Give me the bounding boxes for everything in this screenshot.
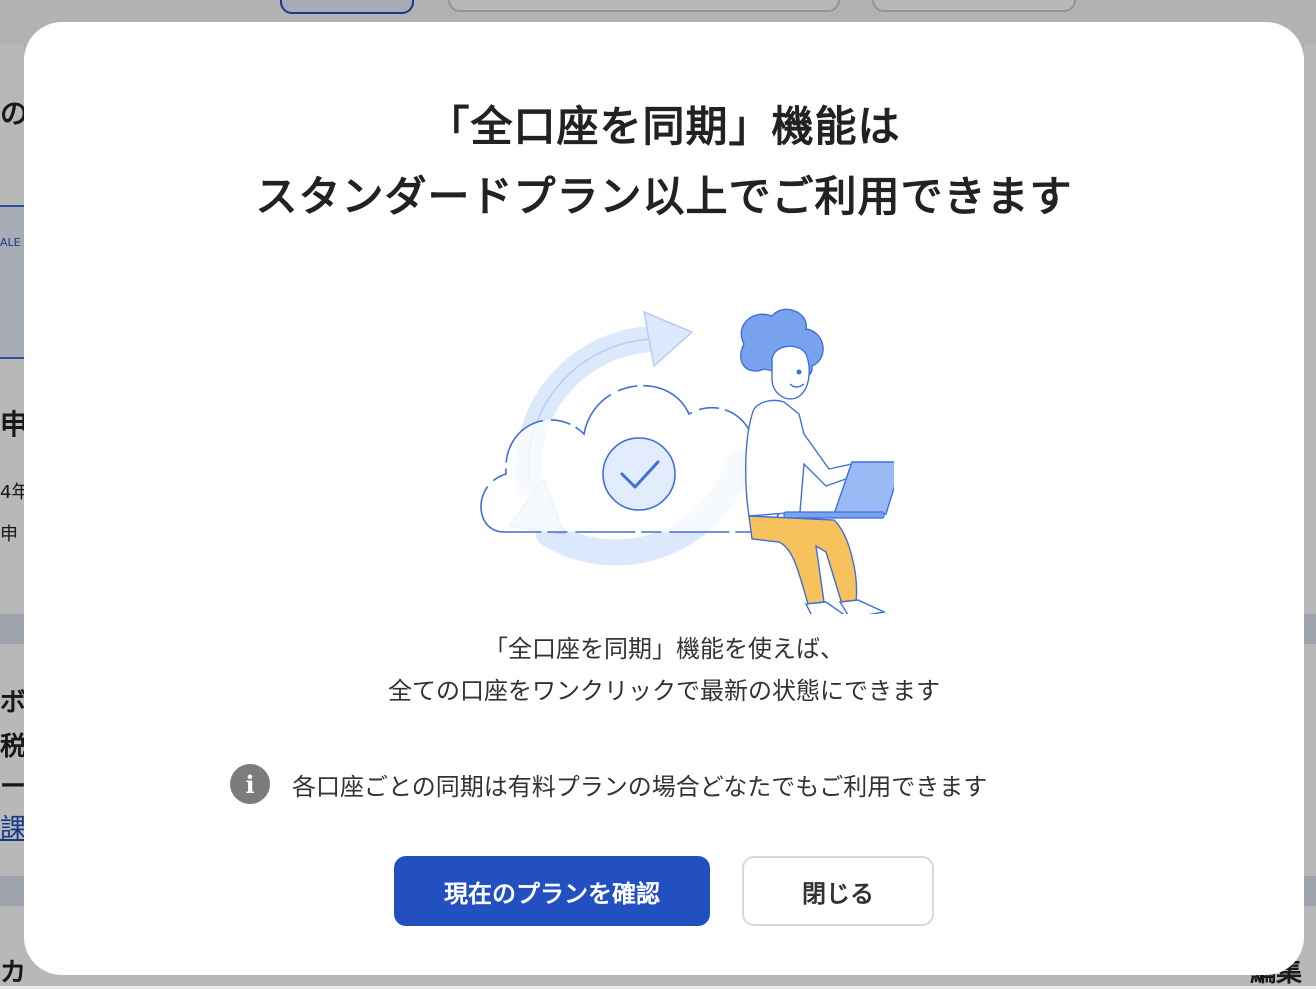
info-note-text: 各口座ごとの同期は有料プランの場合どなたでもご利用できます (292, 772, 988, 801)
cloud-sync-illustration (454, 284, 903, 621)
modal-title: 「全口座を同期」機能は スタンダードプラン以上でご利用できます (24, 92, 1304, 232)
info-note: i 各口座ごとの同期は有料プランの場合どなたでもご利用できます (230, 761, 987, 807)
info-icon: i (230, 764, 270, 804)
close-button[interactable]: 閉じる (742, 856, 934, 926)
modal-title-line-1: 「全口座を同期」機能は (427, 102, 901, 151)
modal-description-line-1: 「全口座を同期」機能を使えば、 (484, 635, 844, 663)
check-current-plan-button[interactable]: 現在のプランを確認 (394, 856, 710, 926)
modal-description-line-2: 全ての口座をワンクリックで最新の状態にできます (388, 677, 940, 705)
upgrade-modal: 「全口座を同期」機能は スタンダードプラン以上でご利用できます 「全口座を同期」… (24, 22, 1304, 975)
cloud-sync-illustration-svg (480, 308, 903, 621)
modal-title-line-2: スタンダードプラン以上でご利用できます (255, 172, 1073, 221)
modal-description: 「全口座を同期」機能を使えば、 全ての口座をワンクリックで最新の状態にできます (24, 628, 1304, 712)
person (740, 308, 903, 621)
